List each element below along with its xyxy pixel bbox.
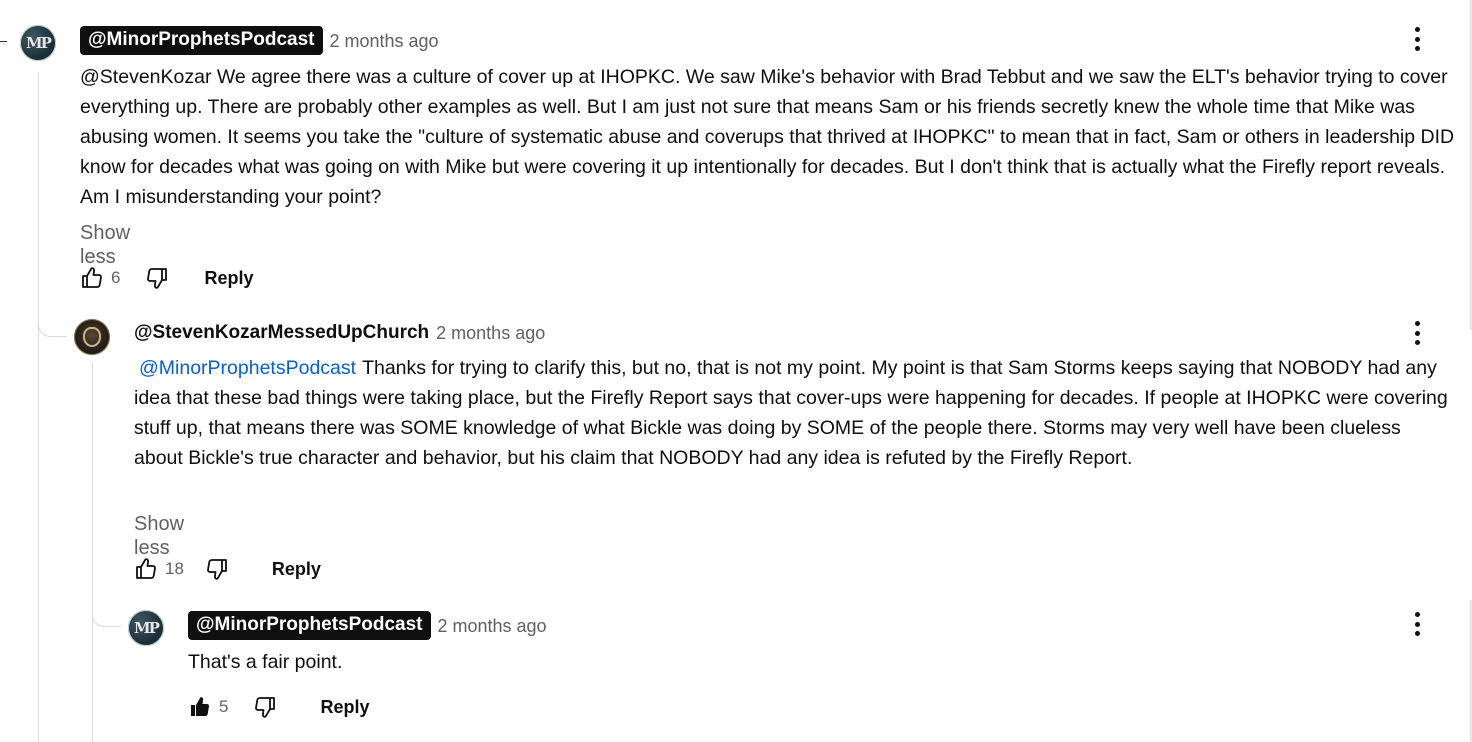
comment-header: @MinorProphetsPodcast 2 months ago (80, 26, 439, 55)
thumbs-down-icon[interactable] (202, 554, 232, 584)
thumbs-down-icon[interactable] (250, 692, 280, 722)
like-count: 6 (111, 268, 121, 287)
thumbs-down-icon[interactable] (142, 263, 172, 293)
thumbs-up-icon[interactable] (77, 263, 107, 293)
avatar[interactable]: MP (128, 610, 164, 646)
thread-line-nested (92, 362, 93, 742)
reply-button[interactable]: Reply (272, 559, 321, 580)
avatar[interactable] (74, 319, 110, 355)
comment-actions: 18 Reply (131, 554, 321, 584)
show-less-button[interactable]: Show less (80, 221, 130, 269)
reply-button[interactable]: Reply (320, 697, 369, 718)
like-count: 18 (165, 559, 184, 578)
more-vert-icon[interactable] (1405, 609, 1429, 639)
thread-connector-nested (92, 602, 121, 627)
like-count: 5 (219, 697, 229, 716)
comment-text: @MinorProphetsPodcast Thanks for trying t… (134, 353, 1454, 473)
thumbs-up-icon[interactable] (131, 554, 161, 584)
comment-actions: 5 Reply (185, 692, 370, 722)
thumbs-up-filled-icon[interactable] (185, 692, 215, 722)
comment-actions: 6 Reply (77, 263, 254, 293)
comment-text: That's a fair point. (188, 651, 343, 673)
comment-time[interactable]: 2 months ago (438, 615, 547, 637)
comment-time[interactable]: 2 months ago (330, 30, 439, 52)
edge-marker (0, 41, 7, 42)
avatar-initials: MP (134, 619, 160, 637)
comment-time[interactable]: 2 months ago (436, 322, 545, 344)
more-vert-icon[interactable] (1405, 318, 1429, 348)
thread-line (38, 72, 39, 742)
comments-section: MP @MinorProphetsPodcast 2 months ago @S… (0, 0, 1472, 742)
thread-connector (38, 312, 67, 337)
lion-logo-icon (83, 327, 101, 347)
reply-button[interactable]: Reply (204, 268, 253, 289)
comment-header: @MinorProphetsPodcast 2 months ago (188, 611, 547, 640)
author-handle[interactable]: @MinorProphetsPodcast (80, 26, 323, 55)
comment-text: @StevenKozar We agree there was a cultur… (80, 66, 1455, 208)
comment-header: @StevenKozarMessedUpChurch 2 months ago (134, 322, 545, 344)
avatar-initials: MP (26, 34, 52, 52)
avatar[interactable]: MP (20, 25, 56, 61)
mention-link[interactable]: @MinorProphetsPodcast (139, 357, 356, 379)
more-vert-icon[interactable] (1405, 24, 1429, 54)
show-less-button[interactable]: Show less (134, 512, 184, 560)
author-handle[interactable]: @StevenKozarMessedUpChurch (134, 322, 429, 344)
author-handle[interactable]: @MinorProphetsPodcast (188, 611, 431, 640)
